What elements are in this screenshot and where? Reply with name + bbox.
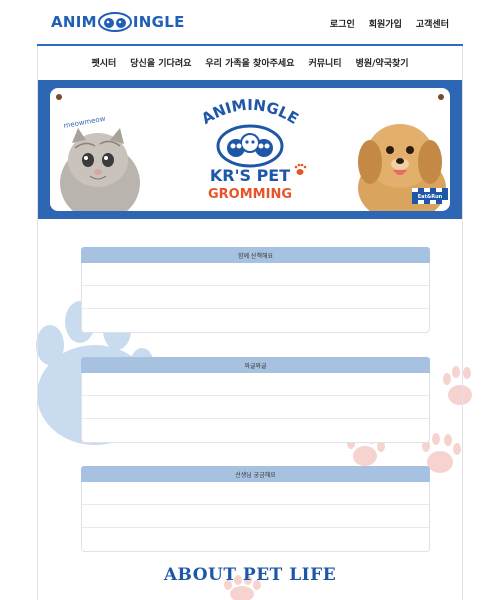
list-item[interactable] [82,396,429,419]
board-list [81,263,430,333]
top-links: 로그인 회원가입 고객센터 [330,17,449,30]
board-header[interactable]: 와글와글 [81,357,430,373]
page: ANIM INGLE 로그인 회원가입 고객센터 펫시터 당신을 기다려요 우리… [0,0,500,600]
nav-item-find-family[interactable]: 우리 가족을 찾아주세요 [205,56,294,69]
dog-badge-text: Eat&Run [418,194,443,200]
nav-item-community[interactable]: 커뮤니티 [308,56,341,69]
logo-text-right: INGLE [132,13,185,31]
pin-icon [438,94,444,100]
banner-card: meowmeow ANIMINGLE KR'S PET GROMMING Eat… [50,88,450,211]
banner-illustration: meowmeow ANIMINGLE KR'S PET GROMMING Eat… [60,96,448,211]
list-item[interactable] [82,263,429,286]
nav-item-waiting[interactable]: 당신을 기다려요 [130,56,191,69]
nav-item-petsitter[interactable]: 펫시터 [91,56,116,69]
banner-brand-arc: ANIMINGLE [198,96,301,128]
main-nav: 펫시터 당신을 기다려요 우리 가족을 찾아주세요 커뮤니티 병원/약국찾기 [37,48,463,76]
signup-link[interactable]: 회원가입 [369,17,402,30]
pin-icon [56,94,62,100]
nav-item-hospital[interactable]: 병원/약국찾기 [356,56,409,69]
board-waglewagle: 와글와글 [81,357,430,443]
banner-title-line2: GROMMING [208,187,292,202]
logo-pets-icon [97,12,132,32]
list-item[interactable] [82,528,429,551]
board-list [81,373,430,443]
list-item[interactable] [82,482,429,505]
board-list [81,482,430,552]
cat-caption: meowmeow [63,115,106,130]
hero-banner: meowmeow ANIMINGLE KR'S PET GROMMING Eat… [38,80,462,219]
banner-pets-emblem-icon [216,124,284,168]
logo-text-left: ANIM [51,13,97,31]
paw-accent-icon [294,163,307,175]
list-item[interactable] [82,419,429,442]
cat-image [60,128,140,211]
board-header[interactable]: 선생님 궁금해요 [81,466,430,482]
customer-center-link[interactable]: 고객센터 [416,17,449,30]
board-ask-vet: 선생님 궁금해요 [81,466,430,552]
site-header: ANIM INGLE 로그인 회원가입 고객센터 [37,0,463,46]
site-logo[interactable]: ANIM INGLE [51,12,185,32]
banner-title-line1: KR'S PET [210,166,290,185]
board-title: 선생님 궁금해요 [235,471,276,479]
list-item[interactable] [82,309,429,332]
board-walk-together: 함께 산책해요 [81,247,430,333]
board-title: 와글와글 [244,362,267,370]
list-item[interactable] [82,286,429,309]
list-item[interactable] [82,505,429,528]
list-item[interactable] [82,373,429,396]
dog-badge: Eat&Run [412,188,448,204]
board-title: 함께 산책해요 [237,252,274,260]
about-heading: ABOUT PET LIFE [163,565,337,585]
board-header[interactable]: 함께 산책해요 [81,247,430,263]
login-link[interactable]: 로그인 [330,17,355,30]
